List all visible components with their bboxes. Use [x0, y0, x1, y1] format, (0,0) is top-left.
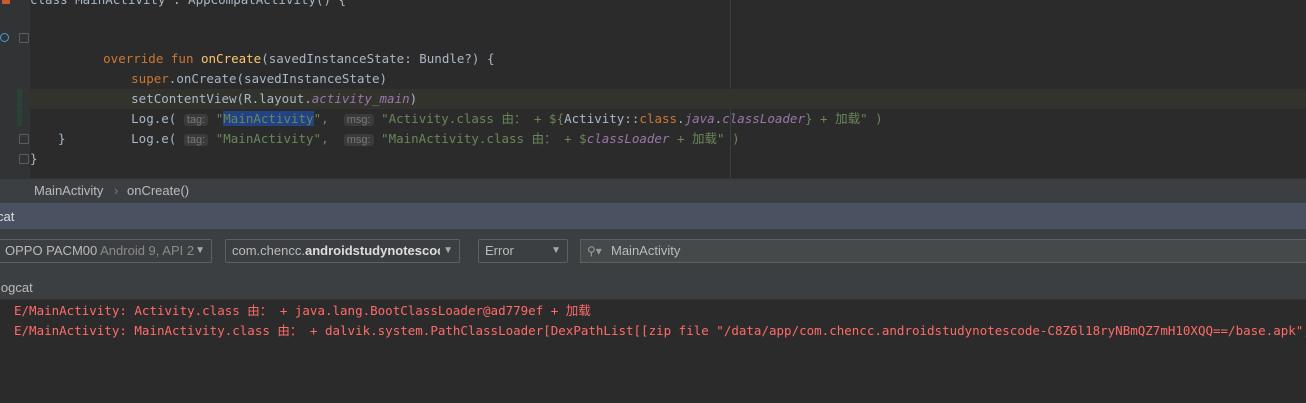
log-line: E/MainActivity: Activity.class 由： + java…: [14, 303, 591, 318]
logcat-toolbar: OPPO PACM00 Android 9, API 2 ▼ com.chenc…: [0, 229, 1306, 275]
logcat-panel-title: cat: [0, 209, 15, 224]
chevron-down-icon: ▼: [551, 245, 561, 256]
process-prefix: com.chencc.: [232, 243, 305, 258]
process-name: androidstudynotescoc: [304, 243, 445, 258]
chevron-down-icon: ▼: [195, 245, 205, 256]
code-line: class MainActivity : AppCompatActivity()…: [0, 0, 346, 10]
breadcrumb-method[interactable]: onCreate(): [127, 183, 189, 198]
closing-brace: }: [30, 151, 38, 166]
log-level-value: Error: [485, 243, 514, 258]
string-literal: } + 加载" ): [805, 111, 883, 126]
chevron-down-icon: ▼: [440, 240, 453, 262]
process-select[interactable]: com.chencc.androidstudynotescoc ▼: [225, 239, 460, 263]
search-icon: ⚲▾: [587, 244, 602, 258]
string-literal: "MainActivity",: [208, 131, 329, 146]
device-name: OPPO PACM00: [5, 243, 98, 258]
code-line: Log.e( tag: "MainActivity", msg: "Activi…: [0, 89, 883, 126]
breadcrumb-class[interactable]: MainActivity: [34, 183, 103, 198]
code-line: Log.e( tag: "MainActivity", msg: "MainAc…: [0, 109, 740, 146]
tab-logcat[interactable]: logcat: [0, 275, 1306, 300]
code-line: }: [0, 149, 38, 169]
code-line: }: [0, 129, 66, 149]
device-select[interactable]: OPPO PACM00 Android 9, API 2 ▼: [0, 239, 212, 263]
logcat-panel-header: cat: [0, 203, 1306, 229]
param-hint: msg:: [343, 134, 374, 146]
tab-logcat-label: logcat: [0, 280, 33, 295]
search-value: MainActivity: [611, 243, 681, 258]
string-literal: "MainActivity.class 由： + $: [373, 131, 587, 146]
logcat-output[interactable]: E/MainActivity: Activity.class 由： + java…: [0, 300, 1306, 403]
code-line: override fun onCreate(savedInstanceState…: [0, 29, 494, 66]
param-hint: tag:: [183, 134, 209, 146]
closing-brace: }: [58, 131, 66, 146]
log-line: E/MainActivity: MainActivity.class 由： + …: [14, 323, 1306, 338]
code-editor[interactable]: class MainActivity : AppCompatActivity()…: [0, 0, 1306, 178]
class-declaration: class MainActivity : AppCompatActivity()…: [30, 0, 346, 10]
breadcrumb: MainActivity › onCreate(): [0, 178, 1306, 203]
code-line: super.onCreate(savedInstanceState): [0, 49, 387, 86]
field-ref: classLoader: [586, 131, 670, 146]
device-detail: Android 9, API 2: [100, 243, 195, 258]
breadcrumb-separator: ›: [114, 183, 119, 198]
code-line: setContentView(R.layout.activity_main): [0, 69, 417, 106]
search-input[interactable]: ⚲▾ MainActivity: [580, 239, 1306, 263]
code-text: Log.e(: [131, 131, 184, 146]
log-level-select[interactable]: Error ▼: [478, 239, 568, 263]
string-literal: + 加载" ): [669, 131, 740, 146]
